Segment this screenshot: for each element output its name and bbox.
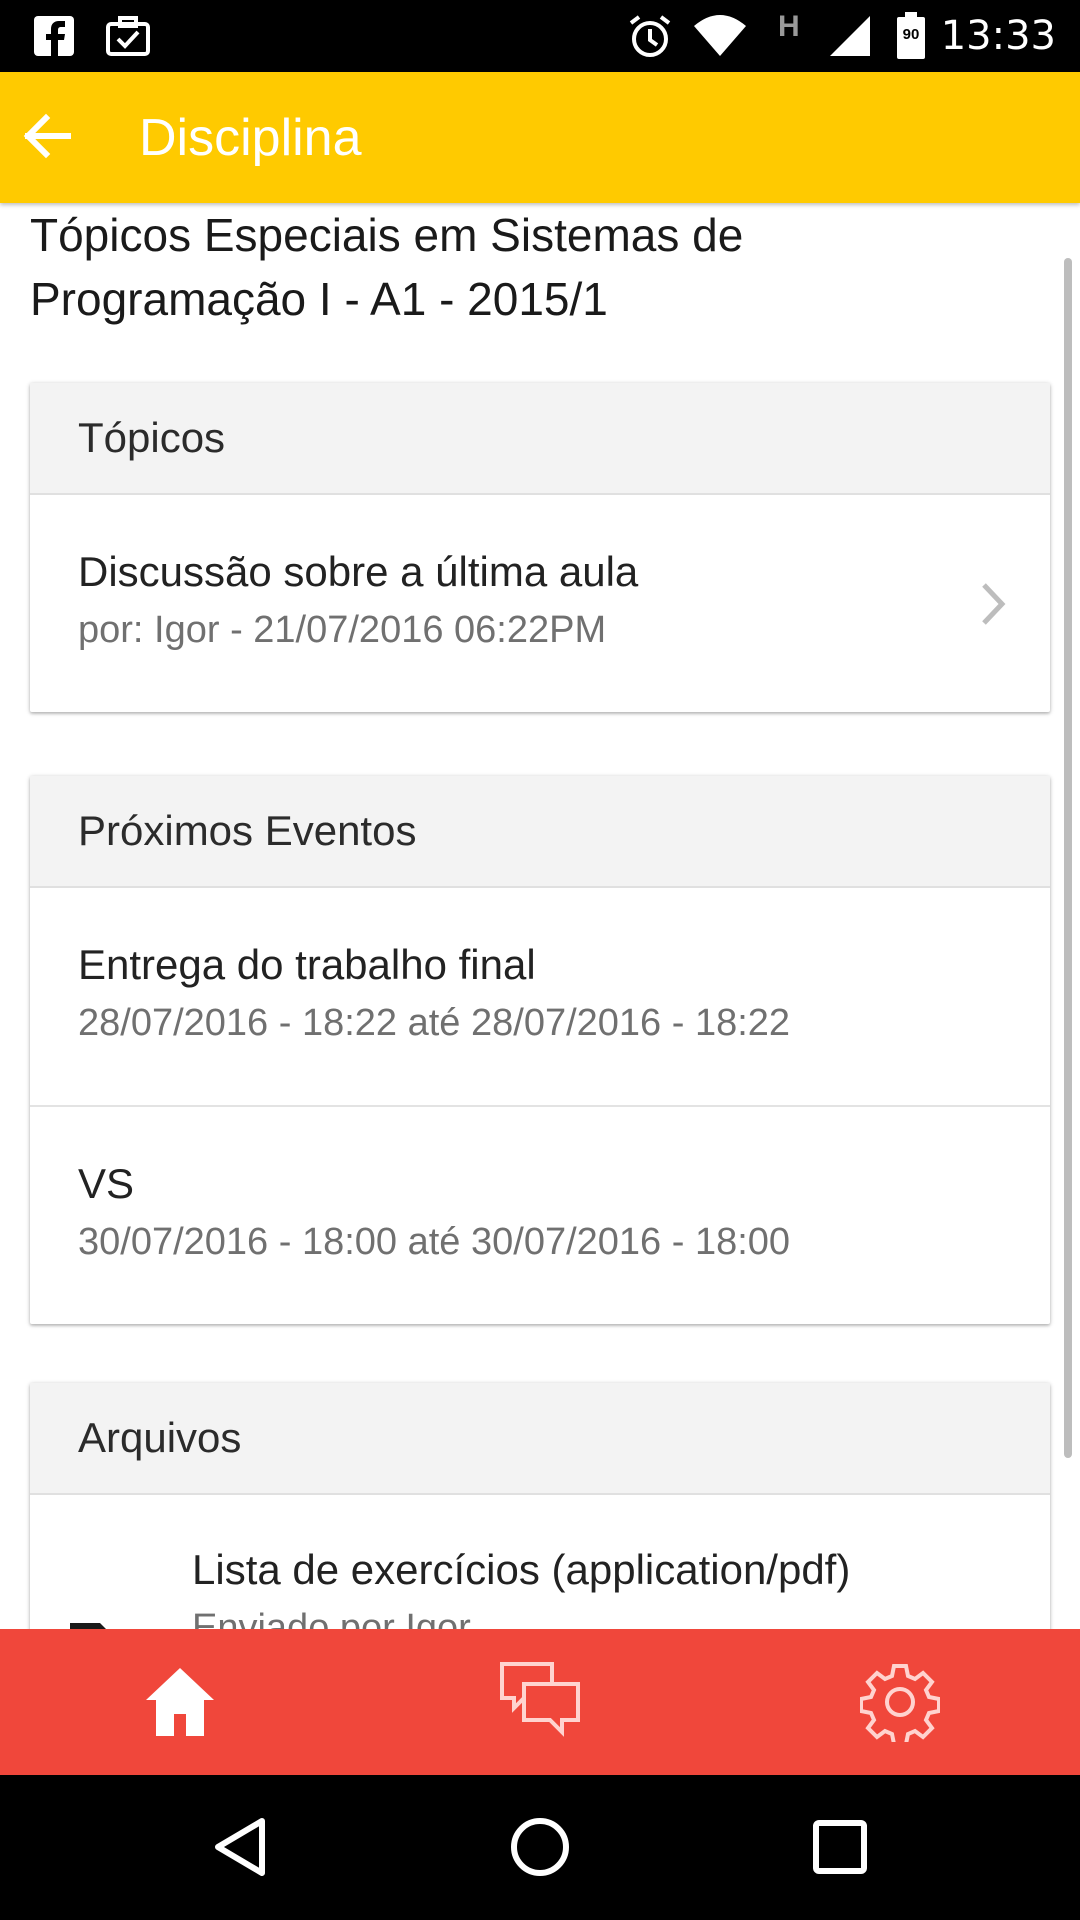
topic-meta: por: Igor - 21/07/2016 06:22PM (78, 609, 607, 651)
alarm-icon (626, 12, 674, 60)
facebook-icon (30, 12, 78, 60)
battery-icon: 90 (896, 12, 926, 60)
content-scroll-area[interactable]: Tópicos Especiais em Sistemas de Program… (0, 203, 1080, 1629)
system-navigation-bar (0, 1775, 1080, 1920)
topic-item[interactable]: Discussão sobre a última aula por: Igor … (30, 495, 1050, 712)
nav-chat-button[interactable] (360, 1629, 720, 1775)
status-bar: H 90 13:33 (0, 0, 1080, 72)
wifi-icon (692, 12, 748, 60)
network-type-label: H (778, 10, 800, 43)
app-bar: Disciplina (0, 72, 1080, 203)
system-home-button[interactable] (490, 1797, 590, 1897)
network-type-icon: H (776, 10, 806, 60)
arrow-back-icon (23, 113, 71, 159)
file-item[interactable]: Lista de exercícios (application/pdf) En… (30, 1495, 1050, 1629)
event-title: VS (78, 1160, 135, 1207)
file-uploader: Enviado por Igor (192, 1607, 471, 1629)
back-triangle-icon (215, 1818, 265, 1876)
course-title: Tópicos Especiais em Sistemas de Program… (30, 209, 744, 325)
nav-home-button[interactable] (0, 1629, 360, 1775)
signal-icon (826, 12, 874, 60)
chevron-right-icon (982, 583, 1006, 625)
status-time: 13:33 (940, 13, 1056, 59)
back-button[interactable] (16, 104, 80, 168)
scrollbar[interactable] (1064, 258, 1072, 1458)
folder-icon (70, 1623, 106, 1629)
topic-title: Discussão sobre a última aula (78, 548, 639, 595)
topics-header: Tópicos (30, 383, 1050, 495)
files-header: Arquivos (30, 1383, 1050, 1495)
system-back-button[interactable] (190, 1797, 290, 1897)
home-circle-icon (511, 1818, 569, 1876)
battery-level: 90 (902, 26, 920, 43)
event-item[interactable]: Entrega do trabalho final 28/07/2016 - 1… (30, 888, 1050, 1107)
events-header: Próximos Eventos (30, 776, 1050, 888)
event-title: Entrega do trabalho final (78, 941, 536, 988)
event-dates: 30/07/2016 - 18:00 até 30/07/2016 - 18:0… (78, 1221, 791, 1263)
events-card: Próximos Eventos Entrega do trabalho fin… (30, 776, 1050, 1324)
clipboard-check-icon (104, 12, 152, 60)
page-title: Disciplina (139, 109, 362, 167)
nav-settings-button[interactable] (720, 1629, 1080, 1775)
recents-square-icon (813, 1820, 867, 1874)
bottom-navigation (0, 1629, 1080, 1775)
home-icon (146, 1668, 214, 1736)
files-card: Arquivos Lista de exercícios (applicatio… (30, 1383, 1050, 1629)
file-title: Lista de exercícios (application/pdf) (192, 1546, 851, 1593)
chat-icon (500, 1662, 580, 1737)
topics-card: Tópicos Discussão sobre a última aula po… (30, 383, 1050, 712)
event-item[interactable]: VS 30/07/2016 - 18:00 até 30/07/2016 - 1… (30, 1107, 1050, 1324)
settings-icon (860, 1664, 940, 1742)
event-dates: 28/07/2016 - 18:22 até 28/07/2016 - 18:2… (78, 1002, 791, 1044)
system-recents-button[interactable] (790, 1797, 890, 1897)
